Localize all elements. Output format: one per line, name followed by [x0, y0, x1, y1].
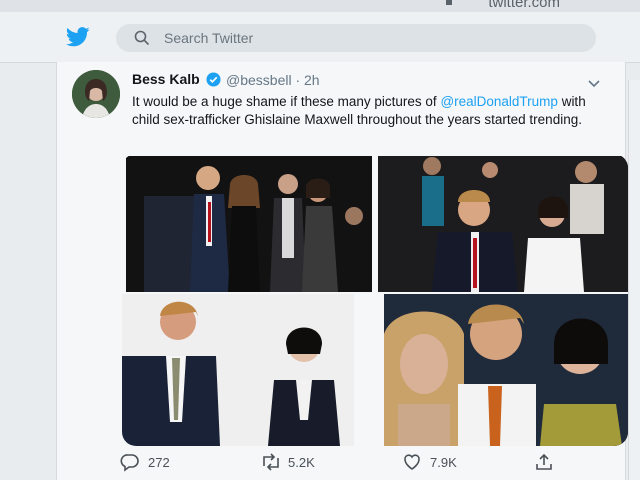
share-icon: [536, 453, 552, 470]
tweet-photo-1[interactable]: [126, 156, 372, 292]
author-handle[interactable]: @bessbell: [226, 72, 292, 88]
tweet-photo-4[interactable]: [384, 294, 628, 446]
search-box[interactable]: [116, 24, 596, 52]
search-icon: [134, 30, 150, 46]
right-sidebar-edge: [628, 80, 640, 480]
avatar-image: [72, 70, 120, 118]
browser-url-bar[interactable]: twitter.com: [0, 0, 640, 12]
tweet-time[interactable]: · 2h: [295, 72, 319, 88]
browser-url[interactable]: twitter.com: [488, 0, 560, 11]
photo-4-image: [384, 294, 628, 446]
photo-1-image: [126, 156, 372, 292]
tweet-text-part1: It would be a huge shame if these many p…: [132, 94, 441, 109]
avatar[interactable]: [72, 70, 120, 118]
tweet-media-grid: [122, 154, 628, 446]
author-name[interactable]: Bess Kalb: [132, 71, 200, 87]
retweet-count: 5.2K: [288, 455, 315, 470]
top-header: [0, 12, 640, 63]
twitter-bird-icon[interactable]: [66, 26, 90, 48]
lock-icon: [446, 0, 452, 5]
verified-icon: [206, 72, 221, 87]
like-count: 7.9K: [430, 455, 457, 470]
chevron-down-icon[interactable]: [588, 80, 600, 88]
tweet-photo-3[interactable]: [122, 294, 354, 446]
reply-count: 272: [148, 455, 170, 470]
tweet-text: It would be a huge shame if these many p…: [132, 93, 602, 129]
mention-link[interactable]: @realDonaldTrump: [440, 94, 558, 109]
reply-icon: [120, 454, 139, 472]
retweet-icon: [263, 453, 279, 471]
photo-2-image: [378, 156, 628, 292]
tweet-photo-2[interactable]: [378, 156, 628, 292]
author-handle-time[interactable]: @bessbell · 2h: [226, 72, 320, 88]
tweet-actions: 272 5.2K 7.9K: [120, 450, 560, 474]
photo-3-image: [122, 294, 354, 446]
heart-icon: [404, 454, 420, 470]
search-input[interactable]: [164, 30, 464, 46]
